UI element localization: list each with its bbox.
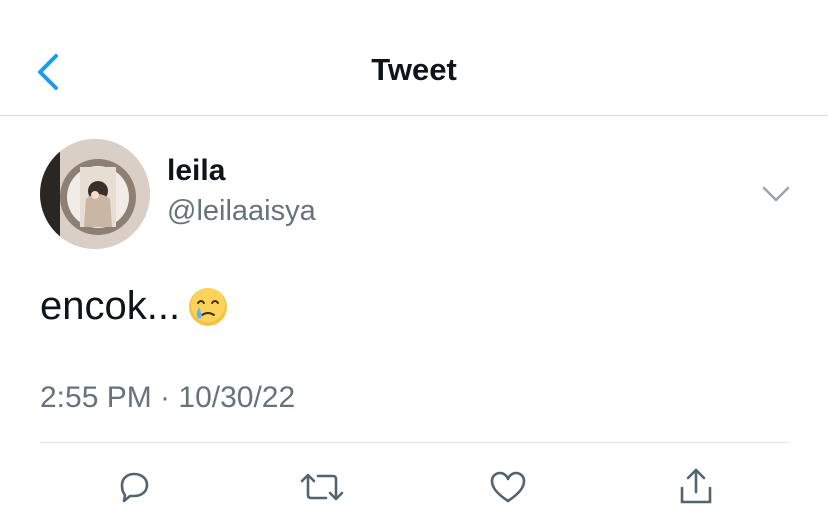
divider	[40, 442, 789, 443]
reply-icon	[120, 472, 149, 503]
chevron-down-icon	[762, 186, 790, 202]
like-button[interactable]	[488, 465, 528, 509]
display-name[interactable]: leila	[167, 154, 225, 188]
face-holding-back-tears-emoji	[189, 287, 228, 326]
share-button[interactable]	[676, 465, 716, 509]
tweet-text: encok...	[40, 284, 181, 328]
reply-button[interactable]	[114, 465, 154, 509]
tweet-body: encok...	[40, 284, 230, 329]
retweet-icon	[300, 473, 344, 501]
user-handle[interactable]: @leilaaisya	[167, 195, 316, 228]
like-icon	[490, 471, 526, 503]
page-title: Tweet	[371, 52, 457, 87]
avatar-image	[40, 139, 150, 249]
tweet-timestamp: 2:55 PM · 10/30/22	[40, 381, 296, 414]
tweet-menu-button[interactable]	[760, 180, 792, 208]
retweet-button[interactable]	[298, 465, 346, 509]
share-icon	[680, 468, 712, 504]
top-navigation-bar: Tweet	[0, 0, 828, 116]
avatar[interactable]	[40, 139, 150, 249]
